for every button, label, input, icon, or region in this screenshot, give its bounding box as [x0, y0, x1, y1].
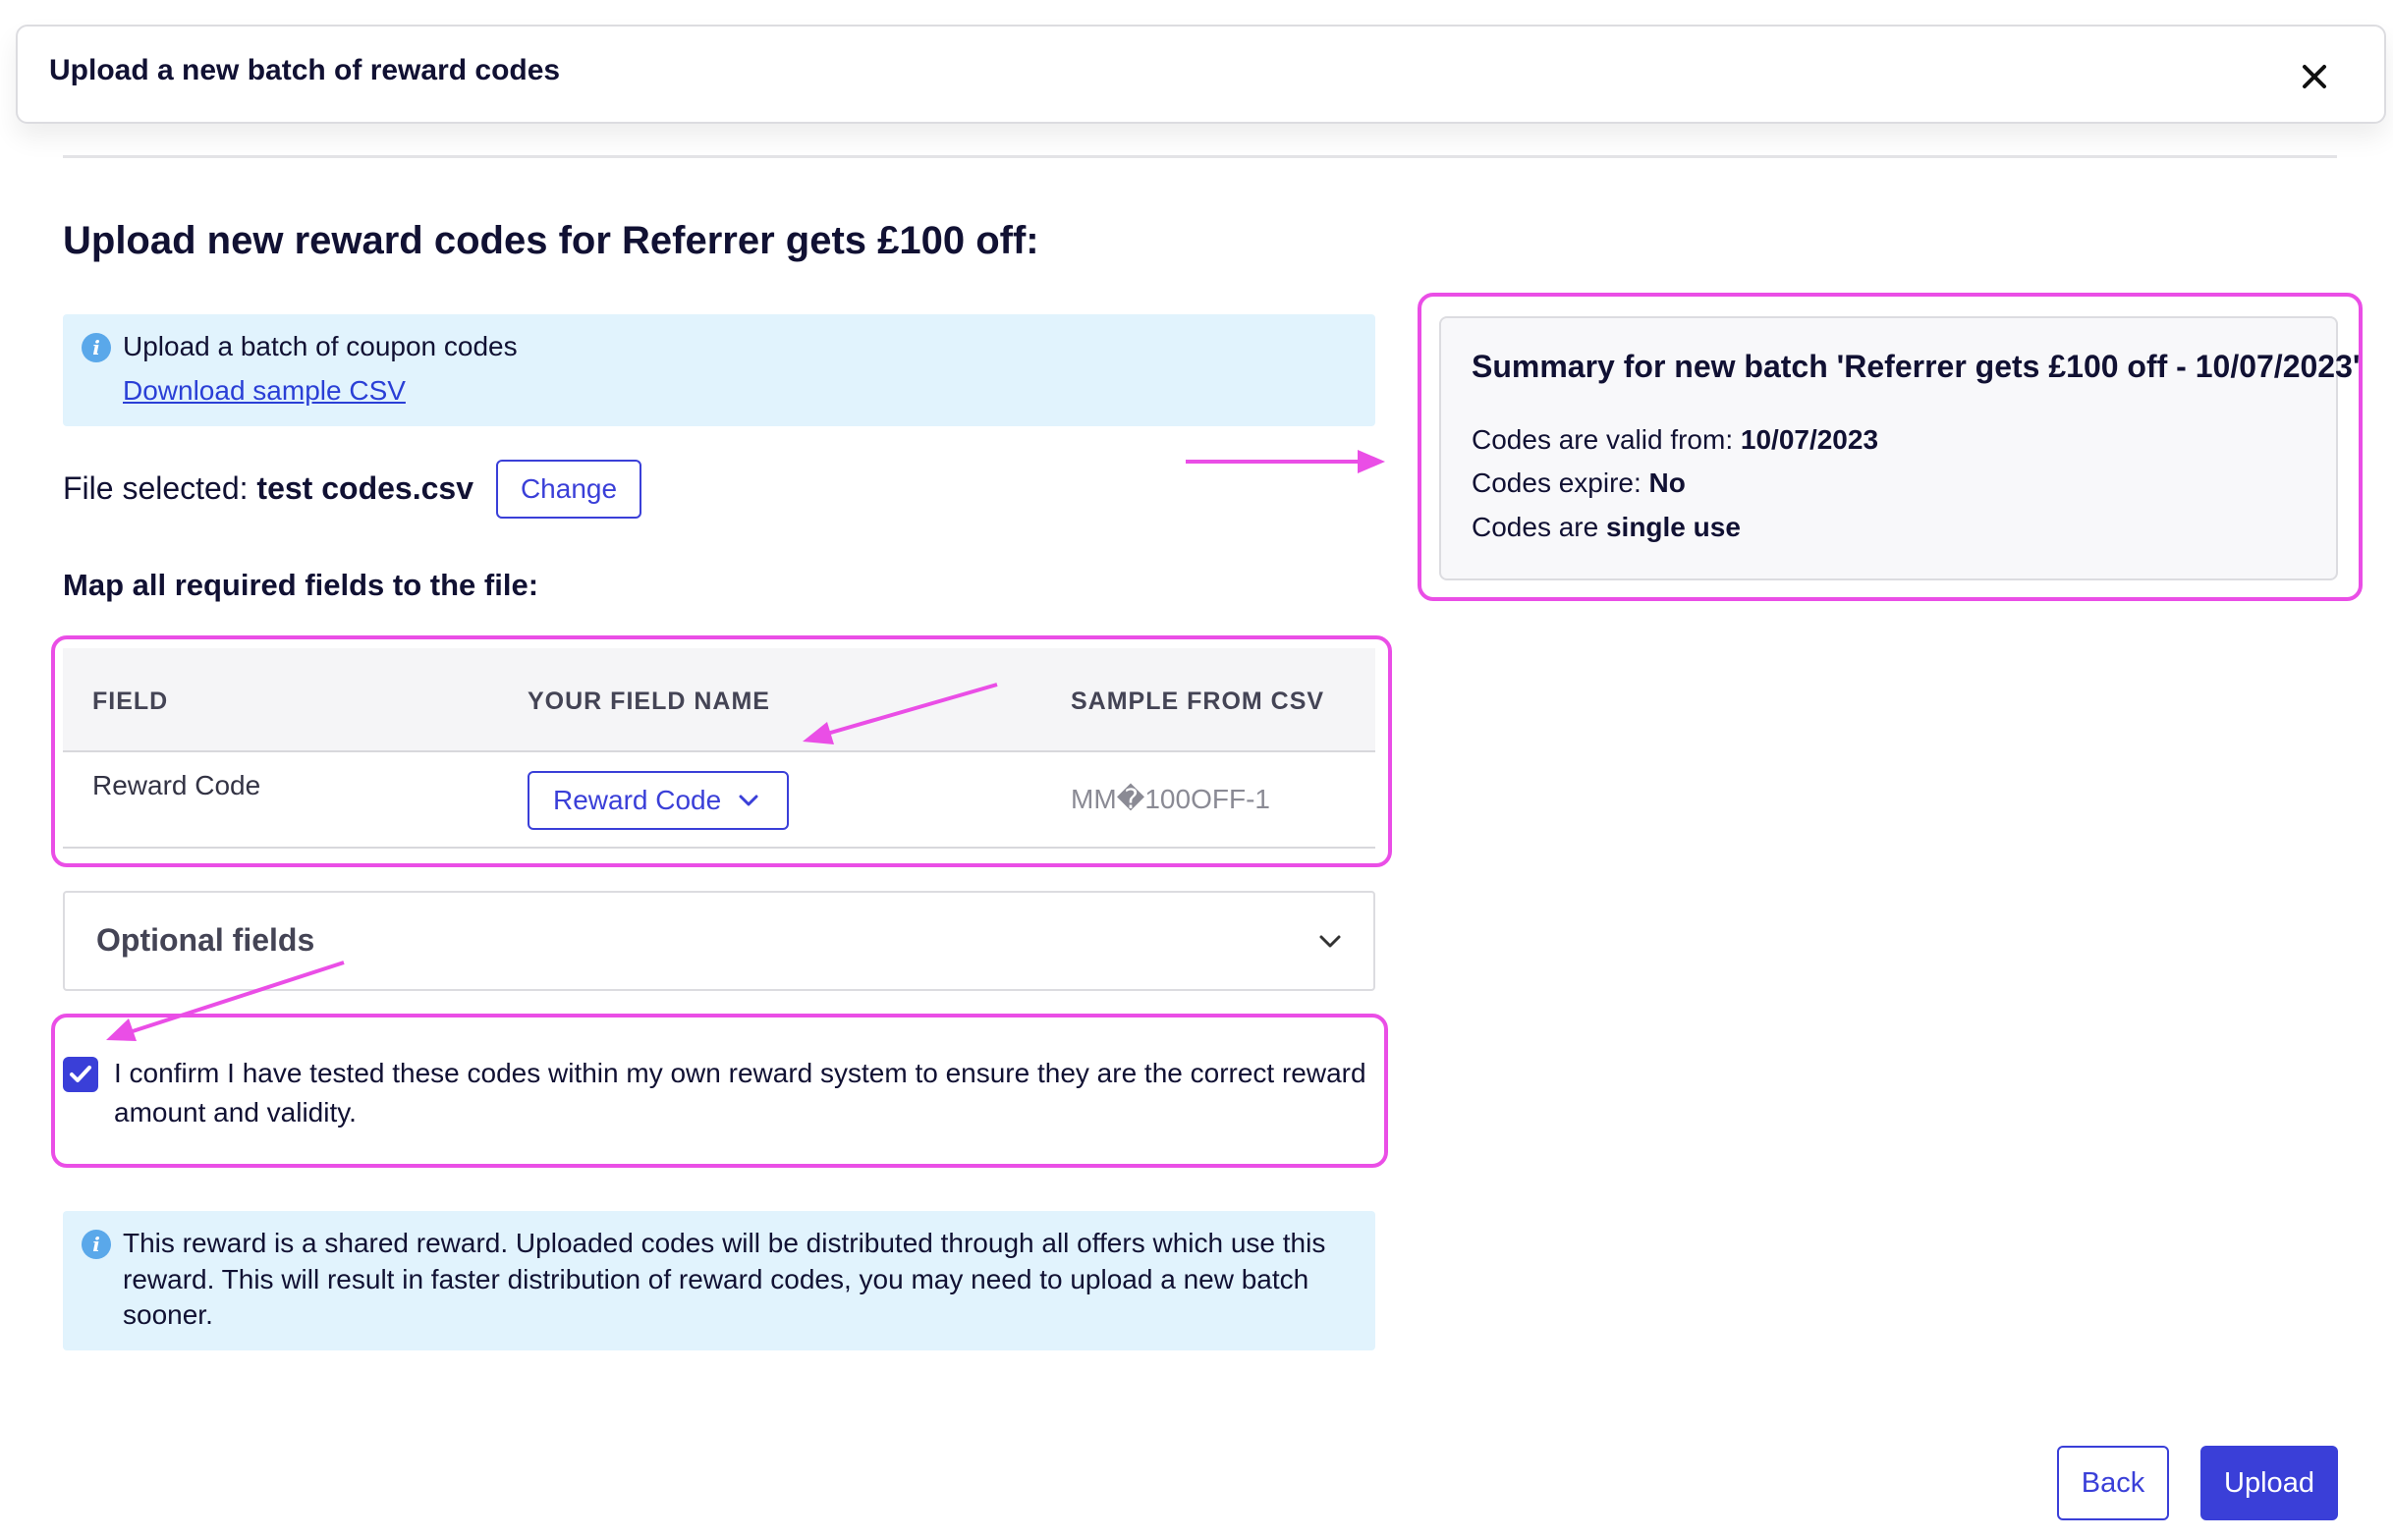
shared-reward-text-line-2: reward. This will result in faster distr…: [123, 1264, 1309, 1294]
optional-fields-label: Optional fields: [96, 922, 315, 958]
annotation-highlight-summary: [1418, 293, 2363, 601]
header-divider: [63, 155, 2337, 158]
upload-button[interactable]: Upload: [2200, 1446, 2338, 1520]
info-icon: i: [82, 1230, 111, 1259]
shared-reward-text-line-1: This reward is a shared reward. Uploaded…: [123, 1228, 1326, 1258]
back-button[interactable]: Back: [2057, 1446, 2169, 1520]
shared-reward-text-line-3: sooner.: [123, 1299, 213, 1330]
change-file-button[interactable]: Change: [496, 460, 641, 519]
map-fields-title: Map all required fields to the file:: [63, 568, 539, 602]
file-name: test codes.csv: [256, 470, 473, 506]
file-selected-label: File selected:: [63, 470, 257, 506]
chevron-down-icon[interactable]: [1316, 927, 1344, 955]
info-icon: i: [82, 333, 111, 362]
file-selected: File selected: test codes.csv: [63, 470, 473, 507]
close-button[interactable]: [2293, 55, 2336, 98]
download-sample-csv-link[interactable]: Download sample CSV: [123, 375, 406, 407]
annotation-arrow-summary: [1186, 450, 1385, 473]
page-title: Upload new reward codes for Referrer get…: [63, 219, 1039, 262]
close-icon: [2303, 65, 2326, 88]
info-text: Upload a batch of coupon codes: [123, 331, 518, 361]
annotation-highlight-confirm: [51, 1014, 1388, 1168]
modal-title: Upload a new batch of reward codes: [49, 54, 561, 86]
annotation-highlight-table: [51, 635, 1392, 867]
